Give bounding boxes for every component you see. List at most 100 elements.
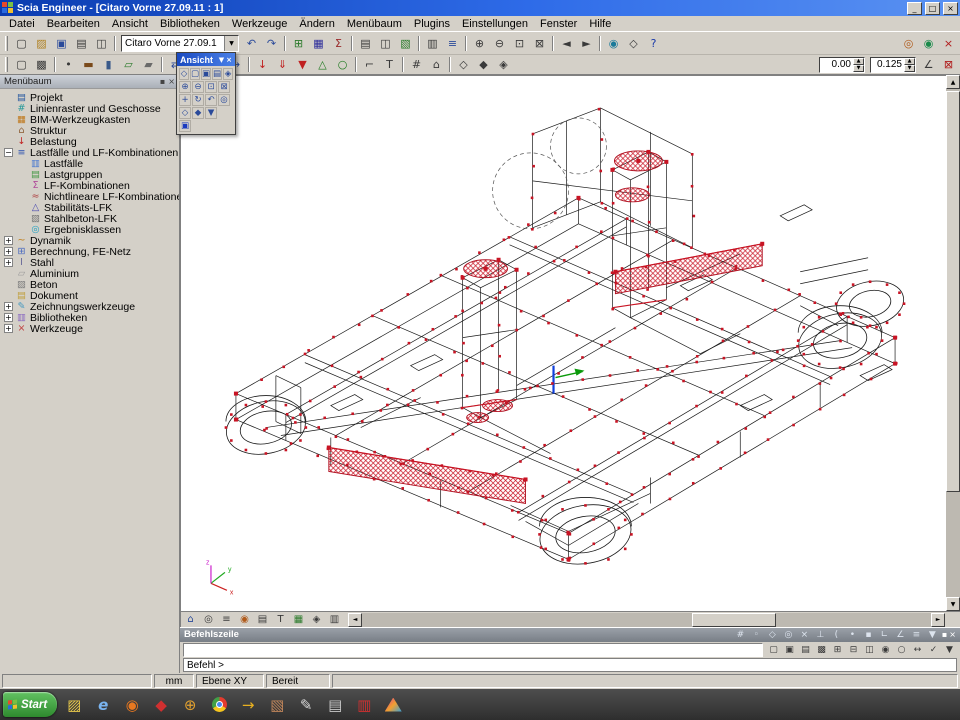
view-y-icon[interactable]: ▣ bbox=[201, 68, 211, 80]
ucs-icon[interactable]: ⌂ bbox=[427, 56, 446, 73]
layers-icon[interactable]: ≡ bbox=[443, 35, 462, 52]
project-selector[interactable]: Citaro Vorne 27.09.1 ▼ bbox=[121, 35, 239, 52]
new-project-icon[interactable]: ▢ bbox=[12, 35, 31, 52]
open-project-icon[interactable]: ▨ bbox=[32, 35, 51, 52]
viewport-ucs-icon[interactable]: ⌂ bbox=[182, 613, 199, 627]
collapse-icon[interactable]: − bbox=[4, 148, 13, 157]
next-view-icon[interactable]: ► bbox=[577, 35, 596, 52]
close-button[interactable]: × bbox=[943, 2, 958, 15]
expand-icon[interactable]: + bbox=[4, 236, 13, 245]
calculator-icon[interactable]: ⊞ bbox=[289, 35, 308, 52]
beam-icon[interactable]: ▬ bbox=[79, 56, 98, 73]
sidebar-item-bim-werkzeugkasten[interactable]: ▦BIM-Werkzeugkasten bbox=[2, 114, 179, 125]
axonometric-view-icon[interactable]: ◇ bbox=[179, 68, 189, 80]
vertical-scroll-thumb[interactable] bbox=[946, 91, 960, 492]
perspective-icon[interactable]: ◈ bbox=[494, 56, 513, 73]
command-history[interactable] bbox=[183, 643, 763, 658]
selection-arrow-icon[interactable]: ▢ bbox=[12, 56, 31, 73]
view-manager-icon[interactable]: ▣ bbox=[179, 120, 191, 132]
zoom-in-icon[interactable]: ⊕ bbox=[179, 81, 191, 93]
invert-selection-icon[interactable]: ◫ bbox=[862, 643, 877, 657]
pin-icon[interactable]: ▪ bbox=[942, 630, 947, 639]
expand-icon[interactable]: + bbox=[4, 324, 13, 333]
shaded-mode-icon[interactable]: ◆ bbox=[192, 107, 204, 119]
select-all-icon[interactable]: ▩ bbox=[32, 56, 51, 73]
snap-center-icon[interactable]: ◎ bbox=[781, 629, 796, 641]
menu-hilfe[interactable]: Hilfe bbox=[583, 17, 617, 31]
scroll-left-icon[interactable]: ◄ bbox=[348, 613, 362, 627]
snap-polar-icon[interactable]: ∠ bbox=[893, 629, 908, 641]
table-icon[interactable]: ▥ bbox=[423, 35, 442, 52]
menu-werkzeuge[interactable]: Werkzeuge bbox=[226, 17, 293, 31]
viewport-coord-icon[interactable]: ◎ bbox=[200, 613, 217, 627]
help-icon[interactable]: ? bbox=[644, 35, 663, 52]
taskbar-chrome-icon[interactable] bbox=[206, 692, 232, 718]
sidebar-item-bibliotheken[interactable]: +▥Bibliotheken bbox=[2, 312, 179, 323]
minimize-button[interactable]: _ bbox=[907, 2, 922, 15]
snap-settings-icon[interactable]: ▼ bbox=[925, 629, 940, 641]
select-poly-icon[interactable]: ▤ bbox=[798, 643, 813, 657]
sidebar-item-projekt[interactable]: ▤Projekt bbox=[2, 92, 179, 103]
taskbar-cross-section-icon[interactable]: ▧ bbox=[264, 692, 290, 718]
combo-dropdown-icon[interactable]: ▼ bbox=[224, 36, 238, 51]
menu-ändern[interactable]: Ändern bbox=[293, 17, 340, 31]
select-single-icon[interactable]: ▢ bbox=[766, 643, 781, 657]
view-x-icon[interactable]: ▢ bbox=[190, 68, 200, 80]
model-canvas[interactable]: x y z bbox=[181, 76, 946, 611]
light-icon[interactable]: ◎ bbox=[218, 94, 230, 106]
sidebar-item-lf-kombinationen[interactable]: ΣLF-Kombinationen bbox=[2, 180, 179, 191]
wireframe-icon[interactable]: ◇ bbox=[454, 56, 473, 73]
undo-icon[interactable]: ↶ bbox=[242, 35, 261, 52]
expand-icon[interactable]: + bbox=[4, 313, 13, 322]
angle-constraint-icon[interactable]: ∠ bbox=[919, 56, 938, 73]
snap-endpoint-icon[interactable]: ◦ bbox=[749, 629, 764, 641]
node-icon[interactable]: • bbox=[59, 56, 78, 73]
previous-selection-icon[interactable]: ↔ bbox=[910, 643, 925, 657]
add-selection-icon[interactable]: ⊞ bbox=[830, 643, 845, 657]
sidebar-item-lastfälle[interactable]: ▥Lastfälle bbox=[2, 158, 179, 169]
spinner-up-icon[interactable]: ▲ bbox=[853, 58, 864, 65]
toolbar-grip[interactable] bbox=[5, 36, 8, 51]
taskbar-folder-icon[interactable]: ▨ bbox=[61, 692, 87, 718]
snap-ortho-icon[interactable]: ∟ bbox=[877, 629, 892, 641]
snap-tracking-icon[interactable]: ≡ bbox=[909, 629, 924, 641]
expand-icon[interactable]: + bbox=[4, 258, 13, 267]
deselect-icon[interactable]: ○ bbox=[894, 643, 909, 657]
copy-picture-icon[interactable]: ◫ bbox=[92, 35, 111, 52]
expand-icon[interactable]: + bbox=[4, 247, 13, 256]
sidebar-item-beton[interactable]: ▨Beton bbox=[2, 279, 179, 290]
taskbar-drawing-icon[interactable]: ✎ bbox=[293, 692, 319, 718]
viewport-layers-icon[interactable]: ≡ bbox=[218, 613, 235, 627]
zoom-all-icon[interactable]: ⊠ bbox=[530, 35, 549, 52]
line-load-icon[interactable]: ⇓ bbox=[273, 56, 292, 73]
sidebar-item-stahlbeton-lfk[interactable]: ▧Stahlbeton-LFK bbox=[2, 213, 179, 224]
view-settings-icon[interactable]: ◇ bbox=[624, 35, 643, 52]
snap-perpendicular-icon[interactable]: ⊥ bbox=[813, 629, 828, 641]
toolbar-grip[interactable] bbox=[5, 57, 8, 72]
perspective-view-icon[interactable]: ◈ bbox=[223, 68, 233, 80]
view-toolbar-dropdown-icon[interactable]: ▼ bbox=[219, 56, 224, 64]
sidebar-item-aluminium[interactable]: ▱Aluminium bbox=[2, 268, 179, 279]
sidebar-item-stabilitäts-lfk[interactable]: △Stabilitäts-LFK bbox=[2, 202, 179, 213]
menu-bearbeiten[interactable]: Bearbeiten bbox=[41, 17, 106, 31]
command-input[interactable] bbox=[183, 658, 957, 672]
visibility-icon[interactable]: ◉ bbox=[919, 35, 938, 52]
hinge-icon[interactable]: ○ bbox=[333, 56, 352, 73]
surface-load-icon[interactable]: ▼ bbox=[293, 56, 312, 73]
taskbar-media-player-icon[interactable]: ◉ bbox=[119, 692, 145, 718]
spinner-down-icon[interactable]: ▼ bbox=[853, 65, 864, 72]
maximize-button[interactable]: □ bbox=[925, 2, 940, 15]
text-icon[interactable]: T bbox=[380, 56, 399, 73]
menu-ansicht[interactable]: Ansicht bbox=[106, 17, 154, 31]
results-icon[interactable]: Σ bbox=[329, 35, 348, 52]
select-rect-icon[interactable]: ▣ bbox=[782, 643, 797, 657]
zoom-out-icon[interactable]: ⊖ bbox=[490, 35, 509, 52]
pan-icon[interactable]: + bbox=[179, 94, 191, 106]
menu-einstellungen[interactable]: Einstellungen bbox=[456, 17, 534, 31]
start-button[interactable]: Start bbox=[3, 692, 57, 717]
viewport-params-icon[interactable]: ▥ bbox=[326, 613, 343, 627]
menu-datei[interactable]: Datei bbox=[3, 17, 41, 31]
close-project-icon[interactable]: × bbox=[939, 35, 958, 52]
fe-mesh-icon[interactable]: ▦ bbox=[309, 35, 328, 52]
rotation-field[interactable]: 0.00 ▲▼ bbox=[819, 57, 865, 73]
